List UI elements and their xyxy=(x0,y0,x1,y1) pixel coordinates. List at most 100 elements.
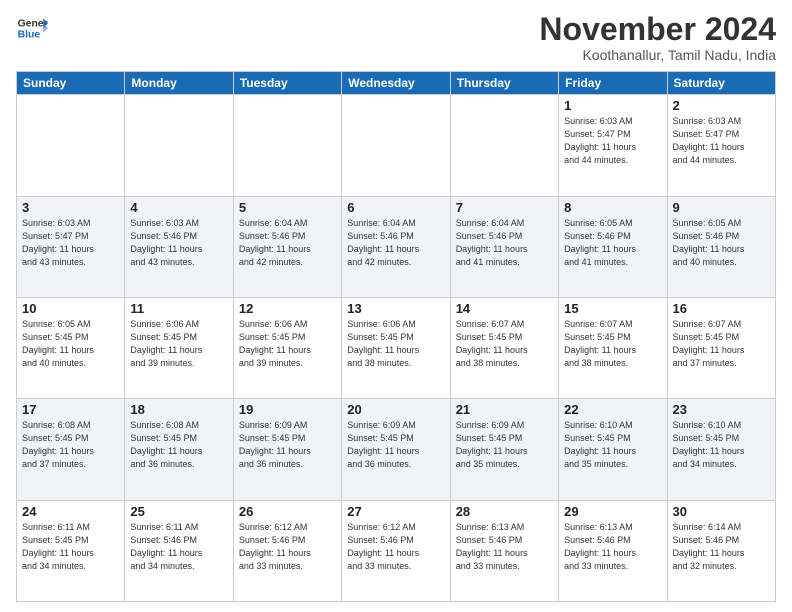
calendar-cell xyxy=(125,95,233,196)
day-number: 20 xyxy=(347,402,444,417)
day-number: 26 xyxy=(239,504,336,519)
week-row-5: 24 Sunrise: 6:11 AM Sunset: 5:45 PM Dayli… xyxy=(17,500,776,601)
day-info: Sunrise: 6:05 AM Sunset: 5:46 PM Dayligh… xyxy=(673,217,770,269)
day-number: 3 xyxy=(22,200,119,215)
day-number: 13 xyxy=(347,301,444,316)
svg-text:Blue: Blue xyxy=(18,30,41,41)
header-row: Sunday Monday Tuesday Wednesday Thursday… xyxy=(17,72,776,95)
day-info: Sunrise: 6:03 AM Sunset: 5:46 PM Dayligh… xyxy=(130,217,227,269)
calendar-table: Sunday Monday Tuesday Wednesday Thursday… xyxy=(16,71,776,602)
day-info: Sunrise: 6:06 AM Sunset: 5:45 PM Dayligh… xyxy=(347,318,444,370)
week-row-1: 1Sunrise: 6:03 AM Sunset: 5:47 PM Daylig… xyxy=(17,95,776,196)
day-info: Sunrise: 6:10 AM Sunset: 5:45 PM Dayligh… xyxy=(564,419,661,471)
calendar-cell: 11 Sunrise: 6:06 AM Sunset: 5:45 PM Dayli… xyxy=(125,297,233,398)
calendar-cell: 21 Sunrise: 6:09 AM Sunset: 5:45 PM Dayli… xyxy=(450,399,558,500)
day-number: 9 xyxy=(673,200,770,215)
day-number: 6 xyxy=(347,200,444,215)
th-wednesday: Wednesday xyxy=(342,72,450,95)
day-number: 22 xyxy=(564,402,661,417)
calendar-cell: 17 Sunrise: 6:08 AM Sunset: 5:45 PM Dayli… xyxy=(17,399,125,500)
calendar-cell: 1Sunrise: 6:03 AM Sunset: 5:47 PM Daylig… xyxy=(559,95,667,196)
day-info: Sunrise: 6:07 AM Sunset: 5:45 PM Dayligh… xyxy=(564,318,661,370)
day-info: Sunrise: 6:12 AM Sunset: 5:46 PM Dayligh… xyxy=(239,521,336,573)
th-saturday: Saturday xyxy=(667,72,775,95)
day-number: 7 xyxy=(456,200,553,215)
day-info: Sunrise: 6:13 AM Sunset: 5:46 PM Dayligh… xyxy=(456,521,553,573)
day-number: 27 xyxy=(347,504,444,519)
day-number: 18 xyxy=(130,402,227,417)
month-title: November 2024 xyxy=(539,12,776,47)
calendar-body: 1Sunrise: 6:03 AM Sunset: 5:47 PM Daylig… xyxy=(17,95,776,602)
calendar-cell: 8 Sunrise: 6:05 AM Sunset: 5:46 PM Daylig… xyxy=(559,196,667,297)
th-thursday: Thursday xyxy=(450,72,558,95)
th-friday: Friday xyxy=(559,72,667,95)
day-info: Sunrise: 6:08 AM Sunset: 5:45 PM Dayligh… xyxy=(22,419,119,471)
location: Koothanallur, Tamil Nadu, India xyxy=(539,47,776,63)
day-info: Sunrise: 6:11 AM Sunset: 5:46 PM Dayligh… xyxy=(130,521,227,573)
day-info: Sunrise: 6:10 AM Sunset: 5:45 PM Dayligh… xyxy=(673,419,770,471)
day-number: 24 xyxy=(22,504,119,519)
day-info: Sunrise: 6:06 AM Sunset: 5:45 PM Dayligh… xyxy=(130,318,227,370)
calendar-cell xyxy=(17,95,125,196)
day-info: Sunrise: 6:14 AM Sunset: 5:46 PM Dayligh… xyxy=(673,521,770,573)
calendar-cell: 13 Sunrise: 6:06 AM Sunset: 5:45 PM Dayli… xyxy=(342,297,450,398)
logo: General Blue xyxy=(16,12,48,44)
day-info: Sunrise: 6:09 AM Sunset: 5:45 PM Dayligh… xyxy=(239,419,336,471)
day-info: Sunrise: 6:05 AM Sunset: 5:45 PM Dayligh… xyxy=(22,318,119,370)
day-number: 12 xyxy=(239,301,336,316)
day-number: 11 xyxy=(130,301,227,316)
day-info: Sunrise: 6:03 AM Sunset: 5:47 PM Dayligh… xyxy=(673,115,770,167)
title-block: November 2024 Koothanallur, Tamil Nadu, … xyxy=(539,12,776,63)
calendar-cell: 25 Sunrise: 6:11 AM Sunset: 5:46 PM Dayli… xyxy=(125,500,233,601)
day-info: Sunrise: 6:11 AM Sunset: 5:45 PM Dayligh… xyxy=(22,521,119,573)
day-number: 16 xyxy=(673,301,770,316)
day-number: 4 xyxy=(130,200,227,215)
page: General Blue November 2024 Koothanallur,… xyxy=(0,0,792,612)
calendar-cell: 23 Sunrise: 6:10 AM Sunset: 5:45 PM Dayli… xyxy=(667,399,775,500)
day-number: 21 xyxy=(456,402,553,417)
day-number: 30 xyxy=(673,504,770,519)
calendar-cell: 9 Sunrise: 6:05 AM Sunset: 5:46 PM Daylig… xyxy=(667,196,775,297)
week-row-3: 10 Sunrise: 6:05 AM Sunset: 5:45 PM Dayli… xyxy=(17,297,776,398)
day-info: Sunrise: 6:03 AM Sunset: 5:47 PM Dayligh… xyxy=(22,217,119,269)
calendar-cell xyxy=(342,95,450,196)
day-number: 29 xyxy=(564,504,661,519)
calendar-cell: 30 Sunrise: 6:14 AM Sunset: 5:46 PM Dayli… xyxy=(667,500,775,601)
day-info: Sunrise: 6:07 AM Sunset: 5:45 PM Dayligh… xyxy=(673,318,770,370)
day-number: 15 xyxy=(564,301,661,316)
week-row-2: 3 Sunrise: 6:03 AM Sunset: 5:47 PM Daylig… xyxy=(17,196,776,297)
calendar-cell: 20Sunrise: 6:09 AM Sunset: 5:45 PM Dayli… xyxy=(342,399,450,500)
day-info: Sunrise: 6:04 AM Sunset: 5:46 PM Dayligh… xyxy=(456,217,553,269)
day-info: Sunrise: 6:12 AM Sunset: 5:46 PM Dayligh… xyxy=(347,521,444,573)
day-info: Sunrise: 6:13 AM Sunset: 5:46 PM Dayligh… xyxy=(564,521,661,573)
day-info: Sunrise: 6:08 AM Sunset: 5:45 PM Dayligh… xyxy=(130,419,227,471)
day-info: Sunrise: 6:09 AM Sunset: 5:45 PM Dayligh… xyxy=(456,419,553,471)
calendar-cell: 2Sunrise: 6:03 AM Sunset: 5:47 PM Daylig… xyxy=(667,95,775,196)
calendar-cell: 7 Sunrise: 6:04 AM Sunset: 5:46 PM Daylig… xyxy=(450,196,558,297)
day-info: Sunrise: 6:07 AM Sunset: 5:45 PM Dayligh… xyxy=(456,318,553,370)
day-number: 28 xyxy=(456,504,553,519)
week-row-4: 17 Sunrise: 6:08 AM Sunset: 5:45 PM Dayli… xyxy=(17,399,776,500)
day-number: 23 xyxy=(673,402,770,417)
calendar-cell xyxy=(450,95,558,196)
calendar-cell: 24 Sunrise: 6:11 AM Sunset: 5:45 PM Dayli… xyxy=(17,500,125,601)
calendar-cell: 5Sunrise: 6:04 AM Sunset: 5:46 PM Daylig… xyxy=(233,196,341,297)
day-info: Sunrise: 6:04 AM Sunset: 5:46 PM Dayligh… xyxy=(239,217,336,269)
day-info: Sunrise: 6:05 AM Sunset: 5:46 PM Dayligh… xyxy=(564,217,661,269)
th-sunday: Sunday xyxy=(17,72,125,95)
calendar-cell xyxy=(233,95,341,196)
day-info: Sunrise: 6:04 AM Sunset: 5:46 PM Dayligh… xyxy=(347,217,444,269)
header: General Blue November 2024 Koothanallur,… xyxy=(16,12,776,63)
day-number: 17 xyxy=(22,402,119,417)
day-number: 10 xyxy=(22,301,119,316)
day-number: 8 xyxy=(564,200,661,215)
calendar-cell: 12Sunrise: 6:06 AM Sunset: 5:45 PM Dayli… xyxy=(233,297,341,398)
calendar-cell: 22 Sunrise: 6:10 AM Sunset: 5:45 PM Dayli… xyxy=(559,399,667,500)
calendar-cell: 27 Sunrise: 6:12 AM Sunset: 5:46 PM Dayli… xyxy=(342,500,450,601)
calendar-cell: 14 Sunrise: 6:07 AM Sunset: 5:45 PM Dayli… xyxy=(450,297,558,398)
calendar-cell: 28 Sunrise: 6:13 AM Sunset: 5:46 PM Dayli… xyxy=(450,500,558,601)
day-number: 14 xyxy=(456,301,553,316)
day-number: 25 xyxy=(130,504,227,519)
calendar-cell: 16 Sunrise: 6:07 AM Sunset: 5:45 PM Dayli… xyxy=(667,297,775,398)
logo-icon: General Blue xyxy=(16,12,48,44)
